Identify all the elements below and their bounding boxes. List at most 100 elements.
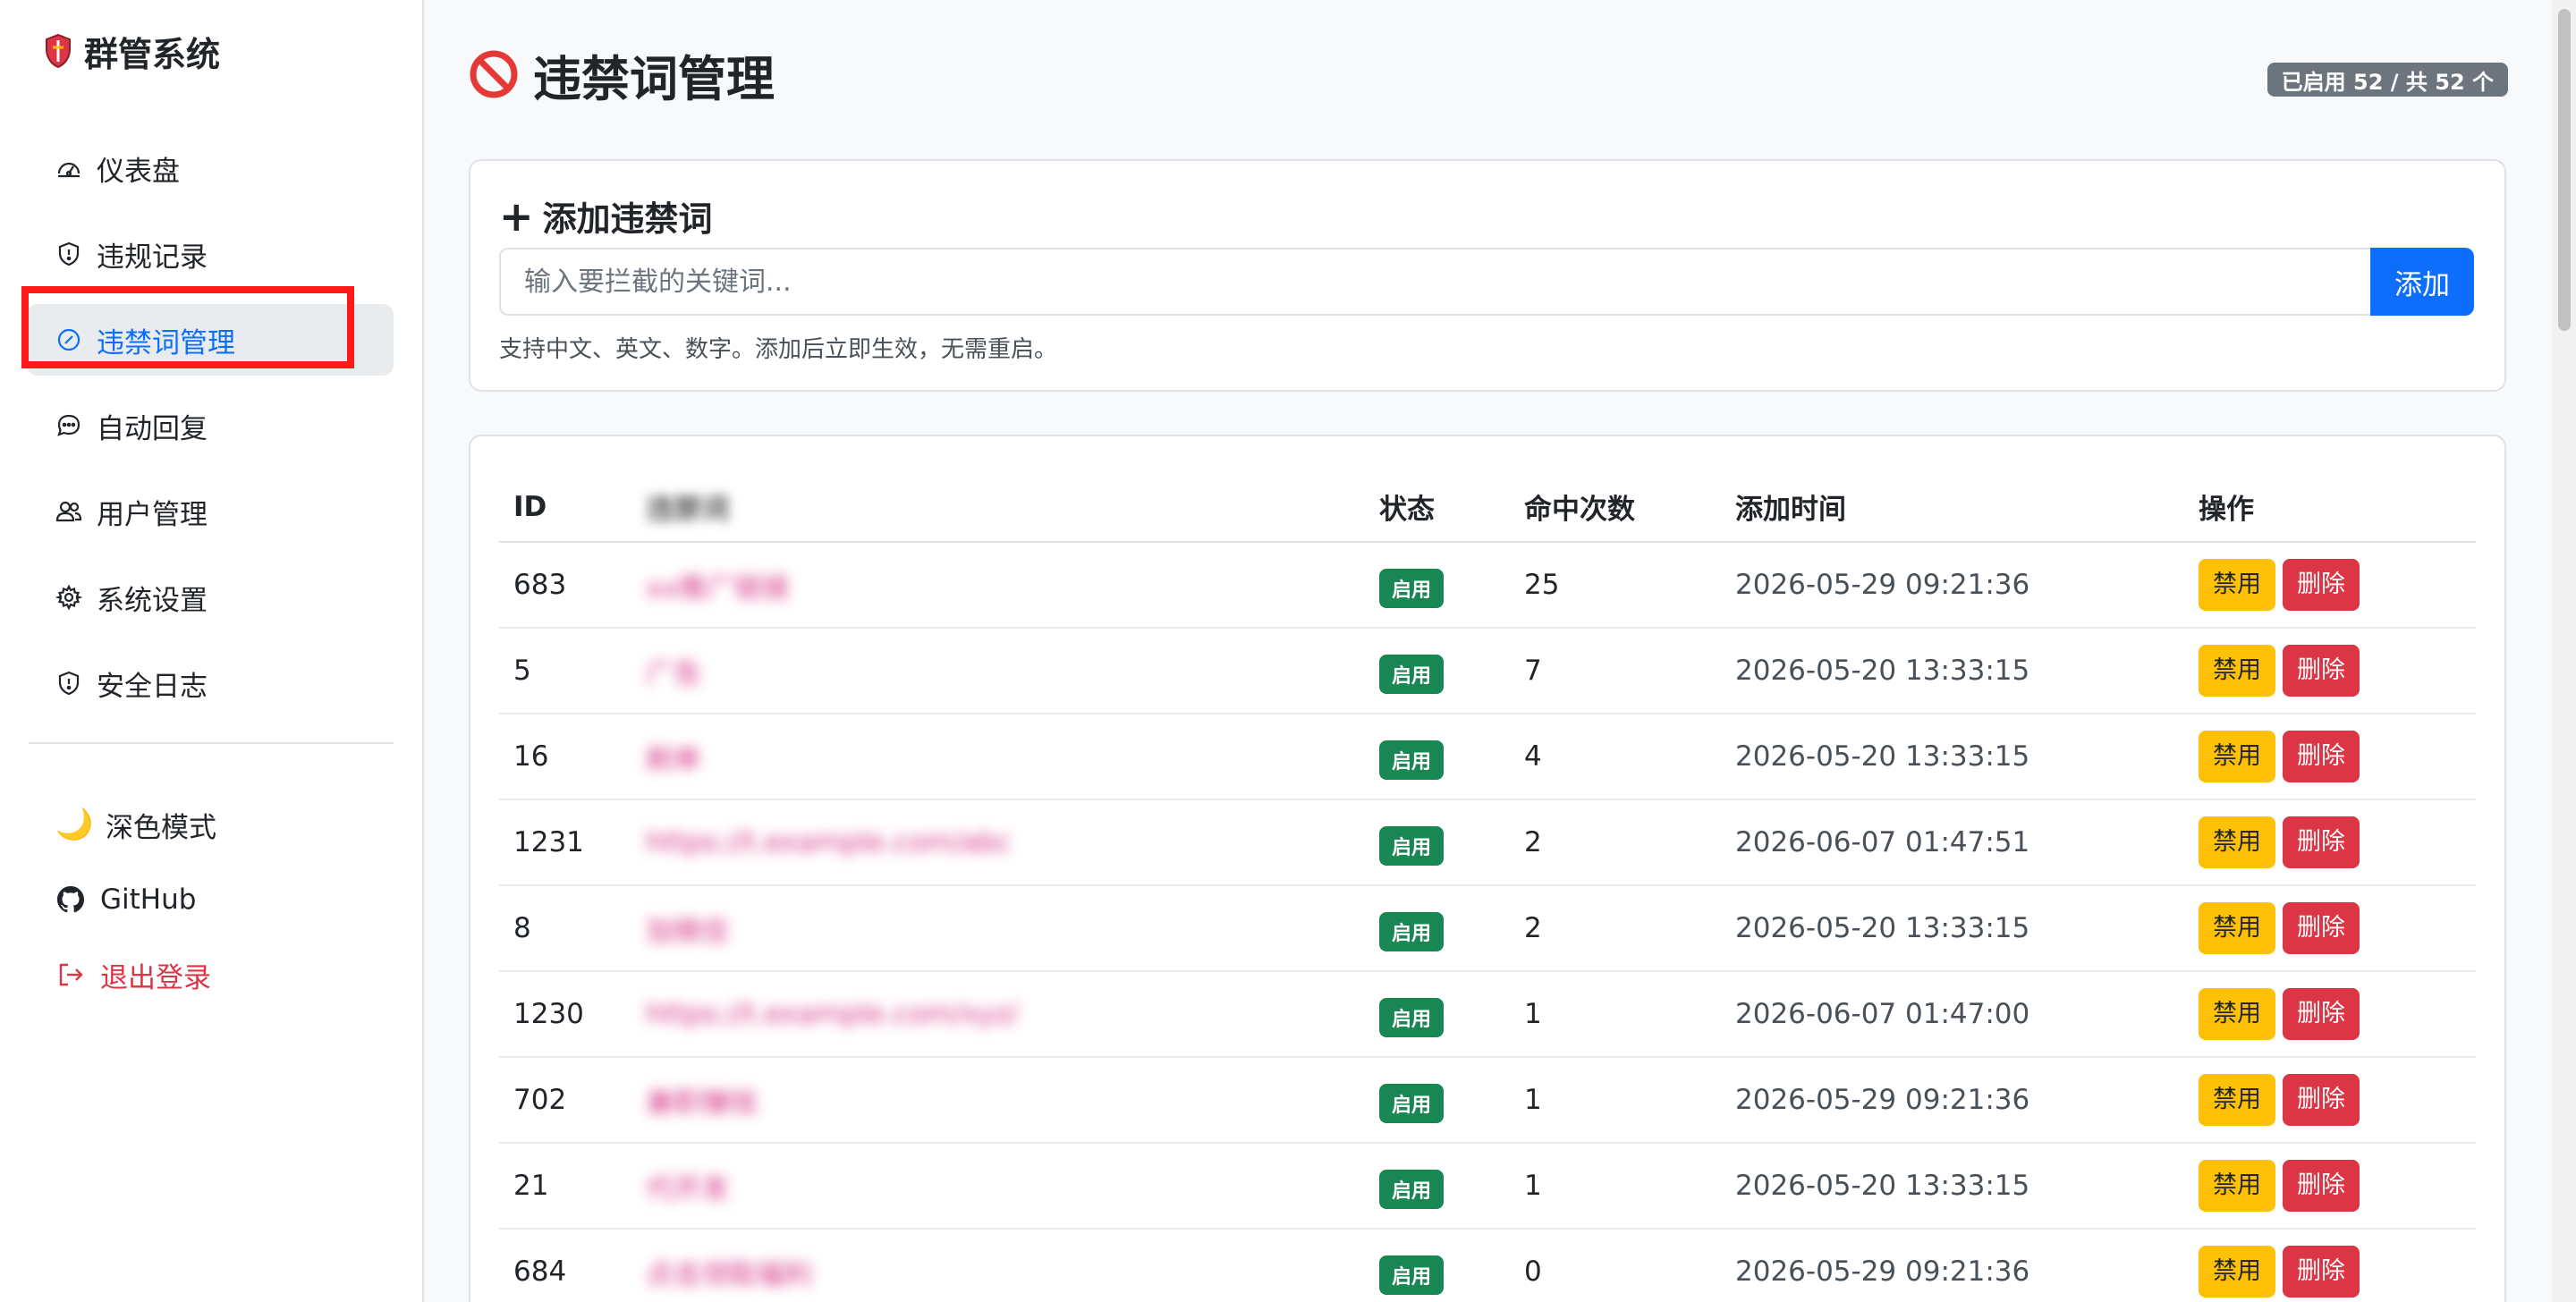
table-body: 683 xx推广链接 启用 25 2026-05-29 09:21:36 禁用删… bbox=[499, 542, 2476, 1302]
delete-button[interactable]: 删除 bbox=[2283, 645, 2360, 697]
github-icon bbox=[57, 886, 84, 913]
sidebar-item-label: 违禁词管理 bbox=[97, 326, 235, 359]
cell-id: 1230 bbox=[499, 971, 631, 1058]
users-icon bbox=[55, 501, 82, 522]
dashboard-icon bbox=[57, 162, 80, 178]
sidebar-item-settings[interactable]: 系统设置 bbox=[27, 562, 394, 633]
cell-time: 2026-05-29 09:21:36 bbox=[1721, 1057, 2184, 1144]
word-text: 兼职赚钱 bbox=[646, 1086, 757, 1120]
cell-status: 启用 bbox=[1365, 1057, 1510, 1144]
logout-label: 退出登录 bbox=[100, 961, 211, 994]
sidebar-secondary-nav: 🌙 深色模式 GitHub 退出登录 bbox=[27, 787, 394, 1012]
keyword-input[interactable] bbox=[499, 248, 2370, 316]
cell-status: 启用 bbox=[1365, 885, 1510, 972]
sidebar-item-dashboard[interactable]: 仪表盘 bbox=[27, 132, 394, 204]
cell-time: 2026-05-20 13:33:15 bbox=[1721, 1143, 2184, 1230]
delete-button[interactable]: 删除 bbox=[2283, 1246, 2360, 1298]
disable-button[interactable]: 禁用 bbox=[2199, 731, 2275, 782]
add-button[interactable]: 添加 bbox=[2370, 248, 2474, 316]
word-text: 刷单 bbox=[646, 743, 701, 776]
disable-button[interactable]: 禁用 bbox=[2199, 902, 2275, 954]
cell-time: 2026-06-07 01:47:51 bbox=[1721, 799, 2184, 886]
delete-button[interactable]: 删除 bbox=[2283, 731, 2360, 782]
sidebar-item-auto-reply[interactable]: 自动回复 bbox=[27, 390, 394, 461]
disable-button[interactable]: 禁用 bbox=[2199, 559, 2275, 611]
cell-id: 16 bbox=[499, 714, 631, 800]
disable-button[interactable]: 禁用 bbox=[2199, 1160, 2275, 1212]
cell-id: 683 bbox=[499, 542, 631, 629]
table-row: 684 点击领取福利 启用 0 2026-05-29 09:21:36 禁用 删除 bbox=[499, 1229, 2476, 1302]
table-header-row: ID 违禁词 状态 命中次数 添加时间 操作 bbox=[499, 472, 2476, 543]
delete-button[interactable]: 删除 bbox=[2283, 1160, 2360, 1212]
word-text: 广告 bbox=[646, 657, 701, 690]
delete-button[interactable]: 删除 bbox=[2283, 1074, 2360, 1126]
cell-id: 1231 bbox=[499, 799, 631, 886]
cell-time: 2026-05-20 13:33:15 bbox=[1721, 628, 2184, 714]
header-id: ID bbox=[499, 472, 631, 543]
table-row: 16 刷单 启用 4 2026-05-20 13:33:15 禁用 删除 bbox=[499, 714, 2476, 800]
cell-time: 2026-05-29 09:21:36 bbox=[1721, 1229, 2184, 1302]
cell-word: 广告 bbox=[631, 628, 1365, 714]
cell-status: 启用 bbox=[1365, 1143, 1510, 1230]
shield-icon bbox=[58, 671, 80, 696]
header-hits: 命中次数 bbox=[1510, 472, 1721, 543]
disable-button[interactable]: 禁用 bbox=[2199, 645, 2275, 697]
cell-hits: 1 bbox=[1510, 1143, 1721, 1230]
shield-icon bbox=[58, 241, 80, 266]
sidebar-item-users[interactable]: 用户管理 bbox=[27, 476, 394, 547]
cell-hits: 0 bbox=[1510, 1229, 1721, 1302]
word-text: 代开发 bbox=[646, 1172, 729, 1205]
cell-actions: 禁用 删除 bbox=[2184, 628, 2476, 714]
cell-time: 2026-05-29 09:21:36 bbox=[1721, 542, 2184, 629]
cell-status: 启用 bbox=[1365, 542, 1510, 629]
cell-word: 点击领取福利 bbox=[631, 1229, 1365, 1302]
cell-id: 8 bbox=[499, 885, 631, 972]
scrollbar-thumb[interactable] bbox=[2558, 9, 2571, 331]
chat-icon bbox=[57, 414, 80, 436]
sidebar-item-violations[interactable]: 违规记录 bbox=[27, 218, 394, 290]
brand[interactable]: 群管系统 bbox=[45, 29, 220, 74]
page-title: 违禁词管理 bbox=[469, 43, 775, 107]
status-badge: 启用 bbox=[1379, 655, 1445, 694]
cell-hits: 2 bbox=[1510, 799, 1721, 886]
cell-word: 兼职赚钱 bbox=[631, 1057, 1365, 1144]
logout-button[interactable]: 退出登录 bbox=[27, 937, 394, 1012]
words-table-card: ID 违禁词 状态 命中次数 添加时间 操作 683 xx推广链接 启用 25 … bbox=[469, 435, 2506, 1302]
table-row: 1230 https://t.example.com/xyz/ 启用 1 202… bbox=[499, 971, 2476, 1058]
header-actions: 操作 bbox=[2184, 472, 2476, 543]
disable-button[interactable]: 禁用 bbox=[2199, 816, 2275, 868]
disable-button[interactable]: 禁用 bbox=[2199, 1246, 2275, 1298]
sidebar-item-security-log[interactable]: 安全日志 bbox=[27, 647, 394, 719]
cell-actions: 禁用 删除 bbox=[2184, 799, 2476, 886]
cell-id: 21 bbox=[499, 1143, 631, 1230]
disable-button[interactable]: 禁用 bbox=[2199, 1074, 2275, 1126]
disable-button[interactable]: 禁用 bbox=[2199, 988, 2275, 1040]
sidebar-item-banned-words[interactable]: 违禁词管理 bbox=[27, 304, 394, 376]
page-scrollbar[interactable] bbox=[2553, 0, 2576, 1302]
delete-button[interactable]: 删除 bbox=[2283, 988, 2360, 1040]
delete-button[interactable]: 删除 bbox=[2283, 816, 2360, 868]
add-word-title: + 添加违禁词 bbox=[499, 191, 713, 241]
sidebar-item-label: 系统设置 bbox=[97, 584, 208, 617]
cell-hits: 25 bbox=[1510, 542, 1721, 629]
sidebar-nav: 仪表盘 违规记录 违禁词管理 自动回复 用户管理 系统设置 安全日志 bbox=[27, 132, 394, 733]
header-status: 状态 bbox=[1365, 472, 1510, 543]
github-link[interactable]: GitHub bbox=[27, 862, 394, 937]
gear-icon bbox=[55, 584, 82, 611]
count-badge: 已启用 52 / 共 52 个 bbox=[2267, 63, 2508, 97]
delete-button[interactable]: 删除 bbox=[2283, 902, 2360, 954]
delete-button[interactable]: 删除 bbox=[2283, 559, 2360, 611]
word-text: https://t.example.com/abc bbox=[646, 826, 1012, 858]
header-word: 违禁词 bbox=[631, 472, 1365, 543]
logout-icon bbox=[59, 963, 83, 986]
status-badge: 启用 bbox=[1379, 569, 1445, 608]
cell-word: 加微信 bbox=[631, 885, 1365, 972]
sidebar-divider bbox=[29, 742, 394, 744]
word-text: https://t.example.com/xyz/ bbox=[646, 998, 1019, 1030]
status-badge: 启用 bbox=[1379, 1084, 1445, 1123]
cell-time: 2026-06-07 01:47:00 bbox=[1721, 971, 2184, 1058]
prohibited-icon bbox=[470, 50, 518, 98]
status-badge: 启用 bbox=[1379, 740, 1445, 780]
word-text: 加微信 bbox=[646, 915, 729, 948]
dark-mode-toggle[interactable]: 🌙 深色模式 bbox=[27, 787, 394, 862]
